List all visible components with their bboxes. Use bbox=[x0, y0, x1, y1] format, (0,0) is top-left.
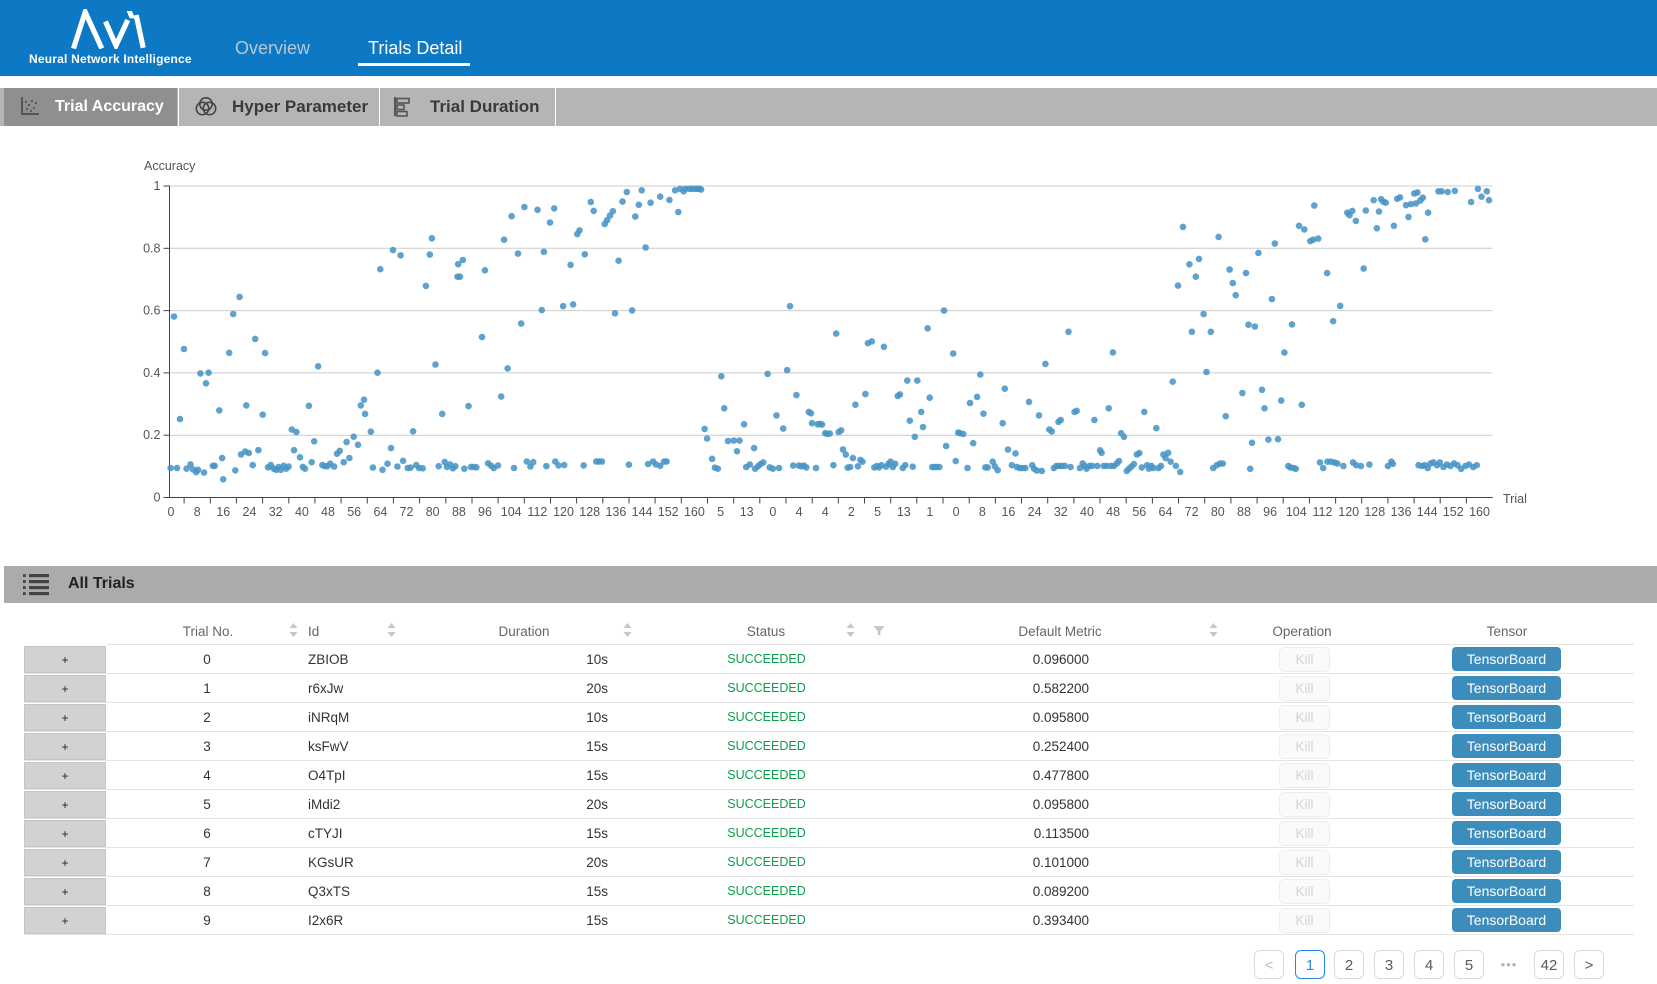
svg-text:48: 48 bbox=[321, 505, 335, 519]
svg-text:5: 5 bbox=[717, 505, 724, 519]
svg-text:96: 96 bbox=[1263, 505, 1277, 519]
svg-text:40: 40 bbox=[295, 505, 309, 519]
svg-text:88: 88 bbox=[452, 505, 466, 519]
svg-text:88: 88 bbox=[1237, 505, 1251, 519]
svg-text:0.4: 0.4 bbox=[143, 366, 160, 380]
svg-text:80: 80 bbox=[426, 505, 440, 519]
svg-text:80: 80 bbox=[1211, 505, 1225, 519]
svg-text:136: 136 bbox=[605, 505, 626, 519]
svg-text:104: 104 bbox=[501, 505, 522, 519]
svg-text:8: 8 bbox=[194, 505, 201, 519]
svg-text:104: 104 bbox=[1286, 505, 1307, 519]
svg-text:72: 72 bbox=[1185, 505, 1199, 519]
svg-text:136: 136 bbox=[1391, 505, 1412, 519]
svg-text:0.8: 0.8 bbox=[143, 241, 160, 255]
svg-text:152: 152 bbox=[1443, 505, 1464, 519]
svg-text:144: 144 bbox=[632, 505, 653, 519]
svg-text:13: 13 bbox=[897, 505, 911, 519]
svg-text:1: 1 bbox=[154, 179, 161, 193]
svg-text:32: 32 bbox=[1054, 505, 1068, 519]
svg-text:Accuracy: Accuracy bbox=[144, 159, 196, 173]
svg-text:2: 2 bbox=[848, 505, 855, 519]
svg-text:120: 120 bbox=[1338, 505, 1359, 519]
svg-text:112: 112 bbox=[1313, 505, 1333, 519]
svg-text:160: 160 bbox=[1469, 505, 1490, 519]
svg-text:0: 0 bbox=[769, 505, 776, 519]
svg-text:16: 16 bbox=[216, 505, 230, 519]
svg-text:8: 8 bbox=[979, 505, 986, 519]
svg-text:0: 0 bbox=[168, 505, 175, 519]
svg-text:160: 160 bbox=[684, 505, 705, 519]
svg-text:96: 96 bbox=[478, 505, 492, 519]
svg-text:120: 120 bbox=[553, 505, 574, 519]
svg-text:13: 13 bbox=[740, 505, 754, 519]
svg-text:64: 64 bbox=[1159, 505, 1173, 519]
svg-text:128: 128 bbox=[579, 505, 600, 519]
svg-text:16: 16 bbox=[1001, 505, 1015, 519]
svg-text:5: 5 bbox=[874, 505, 881, 519]
svg-text:112: 112 bbox=[527, 505, 547, 519]
svg-text:1: 1 bbox=[926, 505, 933, 519]
svg-text:48: 48 bbox=[1106, 505, 1120, 519]
svg-text:0.6: 0.6 bbox=[143, 304, 160, 318]
svg-text:128: 128 bbox=[1364, 505, 1385, 519]
svg-text:72: 72 bbox=[400, 505, 414, 519]
svg-text:Trial: Trial bbox=[1503, 492, 1527, 506]
svg-text:24: 24 bbox=[1028, 505, 1042, 519]
svg-text:0.2: 0.2 bbox=[143, 428, 160, 442]
svg-text:144: 144 bbox=[1417, 505, 1438, 519]
svg-text:56: 56 bbox=[1132, 505, 1146, 519]
svg-text:4: 4 bbox=[822, 505, 829, 519]
svg-text:24: 24 bbox=[243, 505, 257, 519]
svg-text:0: 0 bbox=[154, 491, 161, 505]
svg-text:64: 64 bbox=[373, 505, 387, 519]
svg-text:32: 32 bbox=[269, 505, 283, 519]
svg-text:152: 152 bbox=[658, 505, 679, 519]
svg-text:40: 40 bbox=[1080, 505, 1094, 519]
svg-text:0: 0 bbox=[953, 505, 960, 519]
svg-text:4: 4 bbox=[796, 505, 803, 519]
svg-text:56: 56 bbox=[347, 505, 361, 519]
